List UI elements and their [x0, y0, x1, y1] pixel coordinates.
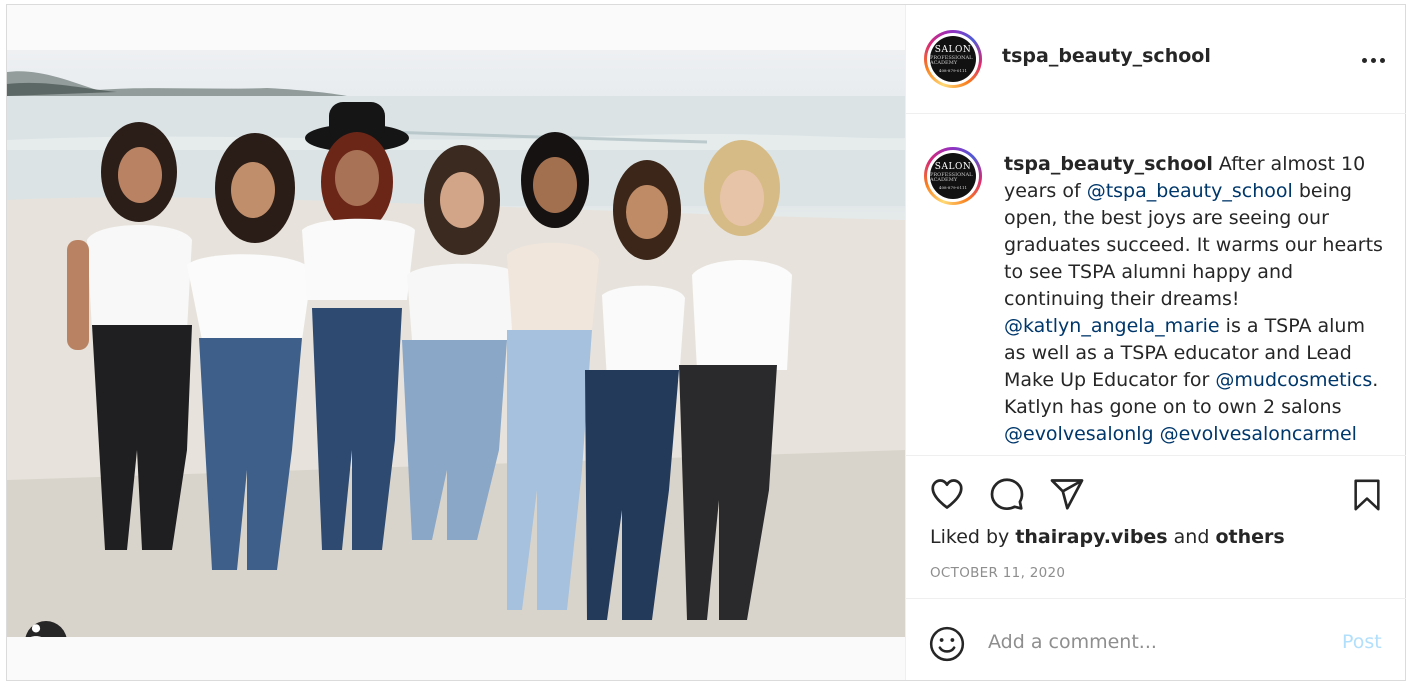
likes-prefix: Liked by: [930, 526, 1016, 548]
post-date[interactable]: OCTOBER 11, 2020: [930, 565, 1065, 581]
post-photo[interactable]: [7, 50, 905, 637]
salon-logo: SALON PROFESSIONAL ACADEMY 408-879-0111: [930, 36, 976, 82]
more-horizontal-icon: [1361, 57, 1367, 63]
avatar[interactable]: SALON PROFESSIONAL ACADEMY 408-879-0111: [924, 30, 982, 88]
paper-plane-icon[interactable]: [1048, 476, 1086, 512]
more-horizontal-icon: [1370, 57, 1376, 63]
beach-group-photo: [7, 71, 905, 637]
logo-line2: PROFESSIONAL ACADEMY: [930, 54, 973, 66]
liker-username[interactable]: thairapy.vibes: [1015, 526, 1167, 548]
logo-line1: SALON: [934, 161, 972, 172]
logo-line3: 408-879-0111: [938, 184, 968, 190]
post-media: [7, 5, 905, 680]
mention-link[interactable]: @evolvesaloncarmel: [1160, 423, 1357, 445]
user-tag-icon: [30, 624, 42, 637]
logo-line3: 408-879-0111: [938, 67, 968, 73]
likes-others-link[interactable]: others: [1215, 526, 1284, 548]
comment-bubble-icon[interactable]: [988, 476, 1026, 512]
salon-logo: SALON PROFESSIONAL ACADEMY 408-879-0111: [930, 153, 976, 199]
header-username[interactable]: tspa_beauty_school: [1002, 45, 1211, 67]
mention-link[interactable]: @tspa_beauty_school: [1087, 180, 1293, 202]
instagram-post: SALON PROFESSIONAL ACADEMY 408-879-0111 …: [6, 4, 1406, 681]
comment-input[interactable]: [988, 627, 1318, 657]
smiley-icon[interactable]: [928, 625, 966, 663]
post-caption: tspa_beauty_school After almost 10 years…: [1004, 151, 1384, 448]
mention-link[interactable]: @katlyn_angela_marie: [1004, 315, 1220, 337]
post-sidebar: SALON PROFESSIONAL ACADEMY 408-879-0111 …: [905, 5, 1406, 680]
avatar-inner: SALON PROFESSIONAL ACADEMY 408-879-0111: [927, 33, 979, 85]
caption-username[interactable]: tspa_beauty_school: [1004, 153, 1213, 175]
action-bar: Liked by thairapy.vibes and others OCTOB…: [906, 455, 1406, 599]
bookmark-icon[interactable]: [1350, 476, 1384, 514]
mention-link[interactable]: @evolvesalonlg: [1004, 423, 1154, 445]
heart-icon[interactable]: [928, 476, 966, 512]
likes-summary: Liked by thairapy.vibes and others: [930, 526, 1285, 548]
likes-middle: and: [1167, 526, 1216, 548]
caption-avatar[interactable]: SALON PROFESSIONAL ACADEMY 408-879-0111: [924, 147, 982, 205]
add-comment-bar: Post: [906, 598, 1406, 681]
mention-link[interactable]: @mudcosmetics: [1215, 369, 1372, 391]
logo-line1: SALON: [934, 44, 972, 55]
more-horizontal-icon: [1379, 57, 1385, 63]
logo-line2: PROFESSIONAL ACADEMY: [930, 171, 973, 183]
caption-avatar-inner: SALON PROFESSIONAL ACADEMY 408-879-0111: [927, 150, 979, 202]
post-comment-button[interactable]: Post: [1342, 631, 1382, 653]
comments-section: SALON PROFESSIONAL ACADEMY 408-879-0111 …: [906, 114, 1406, 454]
post-header: SALON PROFESSIONAL ACADEMY 408-879-0111 …: [906, 5, 1406, 114]
more-options-button[interactable]: [1358, 49, 1388, 71]
